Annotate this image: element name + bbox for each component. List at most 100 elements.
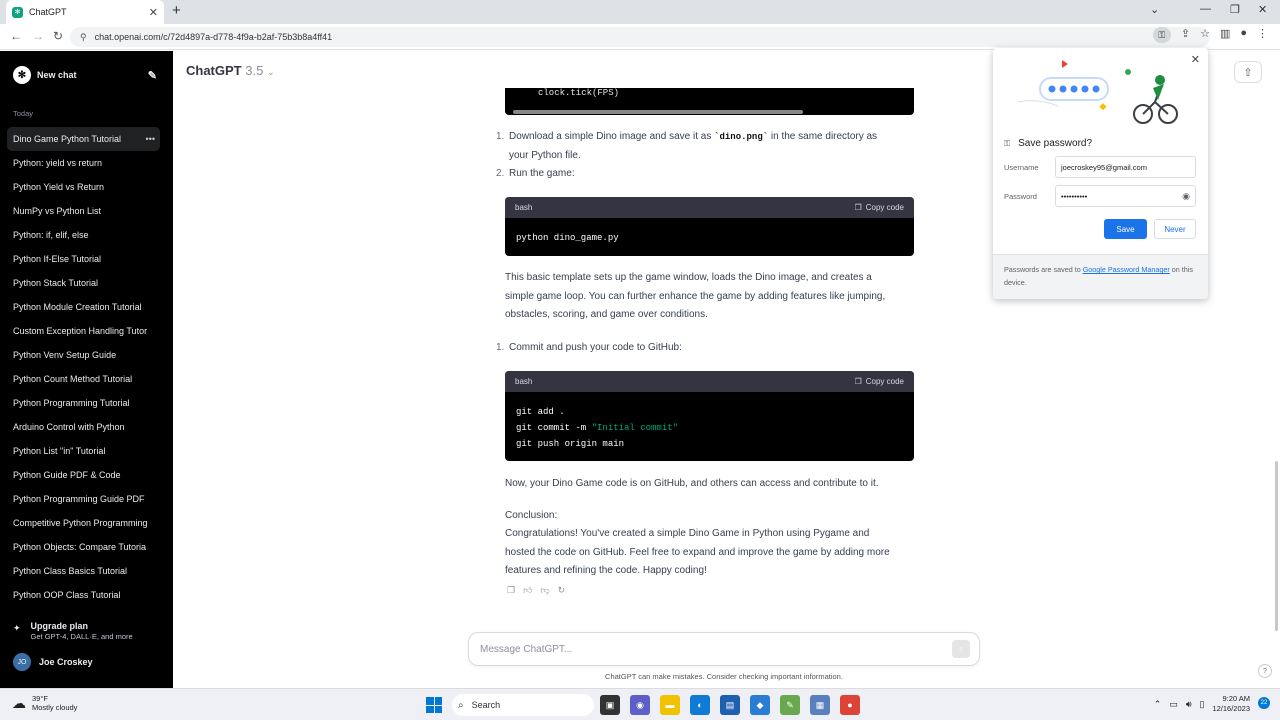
weather-widget[interactable]: ☁ 39°F Mostly cloudy (12, 694, 77, 712)
sidebar-chat-item[interactable]: Python Class Basics Tutorial (7, 559, 160, 583)
never-button[interactable]: Never (1154, 219, 1196, 239)
user-menu[interactable]: JO Joe Croskey (13, 653, 93, 671)
sidebar-chat-item[interactable]: Custom Exception Handling Tutor (7, 319, 160, 343)
inline-code: `dino.png` (714, 132, 769, 142)
windows-start-icon[interactable] (426, 697, 442, 713)
message-placeholder: Message ChatGPT... (480, 643, 573, 655)
vscode-icon[interactable]: ◆ (750, 695, 770, 715)
save-button[interactable]: Save (1104, 219, 1147, 239)
upgrade-title: Upgrade plan (30, 621, 89, 631)
upgrade-plan-button[interactable]: ✦ Upgrade plan Get GPT-4, DALL·E, and mo… (13, 621, 133, 641)
clock[interactable]: 9:20 AM 12/16/2023 (1212, 694, 1250, 714)
sidebar-chat-item[interactable]: Python OOP Class Tutorial (7, 583, 160, 607)
chevron-up-icon[interactable]: ⌃ (1154, 699, 1162, 710)
notepad-icon[interactable]: ✎ (780, 695, 800, 715)
bookmark-star-icon[interactable]: ☆ (1200, 27, 1210, 43)
step1-line2: your Python file. (509, 149, 581, 161)
thumbs-up-icon[interactable]: 👍︎ (523, 585, 532, 596)
chat-history-list: Dino Game Python Tutorial ••• Python: yiel… (7, 127, 160, 607)
chat-title: Arduino Control with Python (13, 422, 125, 432)
task-view-icon[interactable]: ▣ (600, 695, 620, 715)
edit-icon[interactable]: ✎ (148, 69, 157, 82)
sidebar-chat-item[interactable]: NumPy vs Python List (7, 199, 160, 223)
password-field[interactable]: •••••••••• ◉ (1055, 185, 1196, 207)
close-icon[interactable]: ✕ (1191, 53, 1200, 66)
sidebar-chat-item[interactable]: Python: if, elif, else (7, 223, 160, 247)
chat-title: Python Yield vs Return (13, 182, 105, 192)
browser-tab[interactable]: ✻ ChatGPT ✕ (6, 0, 164, 24)
password-manager-link[interactable]: Google Password Manager (1083, 265, 1170, 274)
address-bar[interactable]: ⚲ chat.openai.com/c/72d4897a-d778-4f9a-b… (70, 27, 1210, 47)
model-selector[interactable]: ChatGPT 3.5 ⌄ (186, 63, 275, 78)
sidebar-chat-item[interactable]: Python Stack Tutorial (7, 271, 160, 295)
sidebar-chat-item[interactable]: Python Guide PDF & Code (7, 463, 160, 487)
forward-icon[interactable]: → (32, 29, 44, 43)
new-chat-button[interactable]: ✻ New chat ✎ (13, 65, 163, 85)
file-explorer-icon[interactable]: ▬ (660, 695, 680, 715)
taskbar-search[interactable]: ⌕ Search (452, 694, 594, 716)
profile-icon[interactable]: ● (1240, 27, 1247, 43)
sidebar-chat-item[interactable]: Python If-Else Tutorial (7, 247, 160, 271)
copy-code-button[interactable]: ❐ Copy code (855, 377, 904, 386)
network-icon[interactable]: ▭ (1169, 699, 1178, 710)
chat-title: Python Count Method Tutorial (13, 374, 133, 384)
sidebar-chat-item[interactable]: Python List "in" Tutorial (7, 439, 160, 463)
eye-icon[interactable]: ◉ (1182, 191, 1190, 202)
reload-icon[interactable]: ↻ (53, 29, 63, 43)
sidebar-chat-item[interactable]: Python: yield vs return (7, 151, 160, 175)
sidepanel-icon[interactable]: ▥ (1220, 27, 1230, 43)
temperature: 39°F (32, 694, 48, 703)
minimize-icon[interactable]: — (1200, 3, 1211, 15)
notification-badge[interactable]: 22 (1258, 697, 1270, 709)
close-window-icon[interactable]: ✕ (1258, 3, 1267, 16)
message-input[interactable]: Message ChatGPT... ↑ (468, 632, 980, 666)
search-label: Search (471, 700, 501, 710)
sidebar-chat-item[interactable]: Python Yield vs Return (7, 175, 160, 199)
code-header: bash ❐ Copy code (505, 197, 914, 218)
username-field[interactable]: joecroskey95@gmail.com (1055, 156, 1196, 178)
copy-code-button[interactable]: ❐ Copy code (855, 203, 904, 212)
tab-search-icon[interactable]: ⌄ (1150, 3, 1159, 16)
back-icon[interactable]: ← (10, 29, 22, 43)
send-button[interactable]: ↑ (952, 640, 970, 658)
more-options-icon[interactable]: ••• (146, 134, 155, 144)
page-scrollbar[interactable] (1275, 461, 1278, 631)
thumbs-down-icon[interactable]: 👎︎ (540, 585, 549, 596)
sidebar-chat-item[interactable]: Arduino Control with Python (7, 415, 160, 439)
key-icon: ⚿ (1004, 138, 1011, 148)
sidebar-chat-item[interactable]: Python Venv Setup Guide (7, 343, 160, 367)
edge-icon[interactable]: ◐ (690, 695, 710, 715)
close-tab-icon[interactable]: ✕ (149, 6, 158, 19)
password-key-icon[interactable]: ⚿ (1152, 27, 1171, 43)
sidebar-chat-item[interactable]: Python Module Creation Tutorial (7, 295, 160, 319)
dialog-header: ⚿ Save password? (1004, 138, 1092, 149)
code-line: git add . (516, 407, 565, 417)
menu-kebab-icon[interactable]: ⋮ (1257, 27, 1268, 43)
sidebar-chat-item[interactable]: Python Objects: Compare Tutoria (7, 535, 160, 559)
site-info-icon[interactable]: ⚲ (80, 32, 87, 43)
new-tab-icon[interactable]: + (172, 2, 181, 19)
sparkle-icon: ✦ (13, 623, 21, 633)
chat-title: Python Objects: Compare Tutoria (13, 542, 147, 552)
code-scrollbar[interactable] (513, 110, 803, 114)
sidebar-chat-item[interactable]: Dino Game Python Tutorial ••• (7, 127, 160, 151)
share-icon[interactable]: ⇪ (1181, 27, 1190, 43)
sidebar-chat-item[interactable]: Competitive Python Programming (7, 511, 160, 535)
sidebar-chat-item[interactable]: Python Programming Tutorial (7, 391, 160, 415)
chrome-icon[interactable]: ● (840, 695, 860, 715)
help-button[interactable]: ? (1258, 664, 1272, 678)
volume-icon[interactable]: 🔊︎ (1186, 699, 1192, 710)
paragraph: Congratulations! You've created a simple… (505, 525, 925, 581)
store-icon[interactable]: ▤ (720, 695, 740, 715)
maximize-icon[interactable]: ❐ (1230, 3, 1240, 16)
app-icon[interactable]: ▦ (810, 695, 830, 715)
share-chat-button[interactable]: ⇧ (1234, 61, 1262, 83)
para1-line3: obstacles, scoring, and game over condit… (505, 309, 708, 320)
chat-title: Python List "in" Tutorial (13, 446, 106, 456)
sidebar-chat-item[interactable]: Python Programming Guide PDF (7, 487, 160, 511)
copy-icon[interactable]: ❐ (507, 585, 515, 596)
teams-icon[interactable]: ◉ (630, 695, 650, 715)
regenerate-icon[interactable]: ↻ (558, 585, 566, 596)
sidebar-chat-item[interactable]: Python Count Method Tutorial (7, 367, 160, 391)
battery-icon[interactable]: ▯ (1200, 699, 1205, 710)
